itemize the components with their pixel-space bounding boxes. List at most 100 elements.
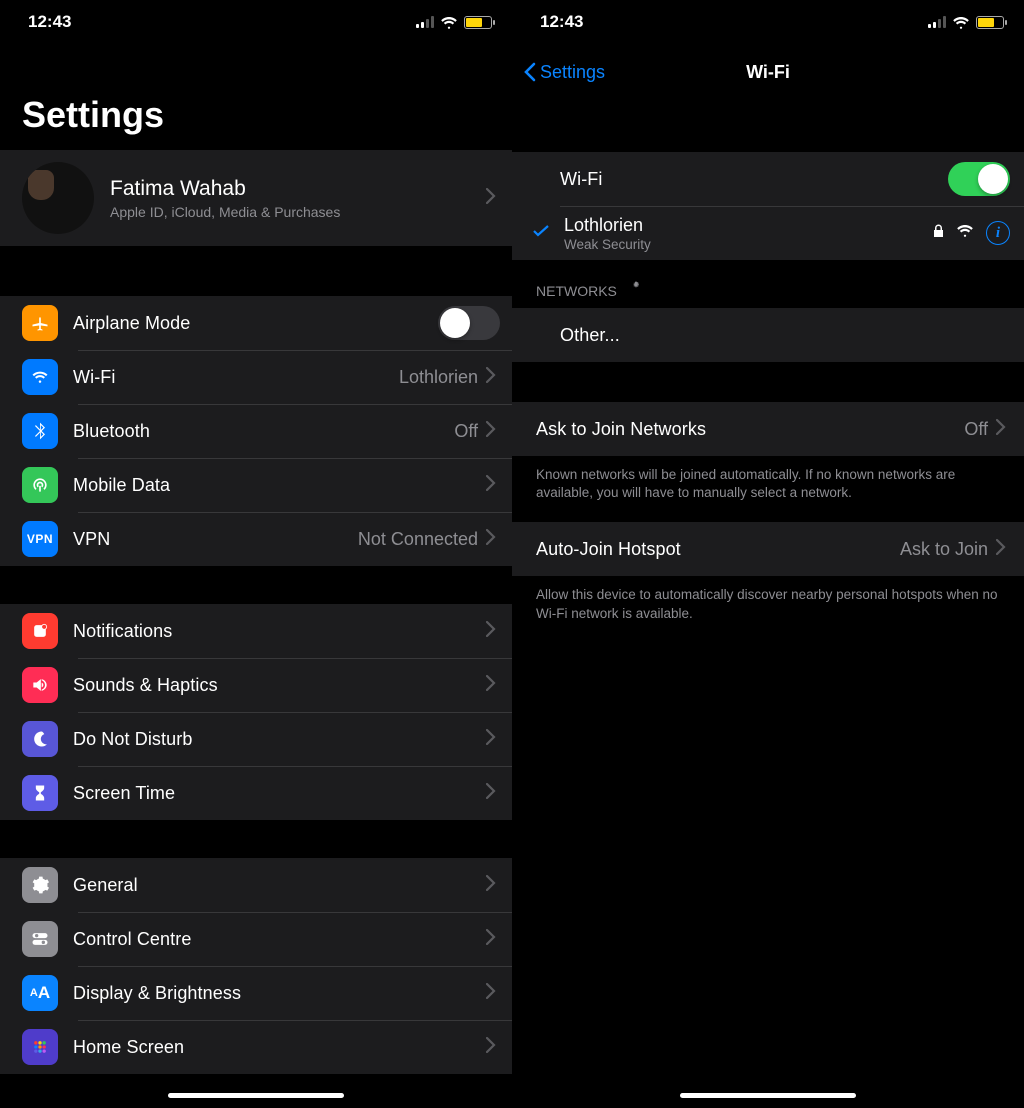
checkmark-icon (532, 223, 550, 244)
wifi-status-icon (440, 15, 458, 29)
ask-to-join-footer: Known networks will be joined automatica… (512, 456, 1024, 522)
grid-icon (22, 1029, 58, 1065)
row-label: General (73, 875, 138, 896)
networks-header: NETWORKS (512, 260, 1024, 308)
chevron-right-icon (484, 875, 500, 896)
row-value: Ask to Join (900, 539, 994, 560)
toggles-icon (22, 921, 58, 957)
chevron-right-icon (484, 983, 500, 1004)
airplane-toggle[interactable] (438, 306, 500, 340)
antenna-icon (22, 467, 58, 503)
chevron-right-icon (484, 188, 500, 209)
home-indicator[interactable] (168, 1093, 344, 1098)
row-label: Mobile Data (73, 475, 170, 496)
other-network-row[interactable]: Other... (512, 308, 1024, 362)
apple-id-row[interactable]: Fatima Wahab Apple ID, iCloud, Media & P… (0, 150, 512, 246)
control-centre-row[interactable]: Control Centre (0, 912, 512, 966)
profile-sub: Apple ID, iCloud, Media & Purchases (110, 204, 484, 220)
row-label: Sounds & Haptics (73, 675, 218, 696)
text-size-icon: AA (22, 975, 58, 1011)
spinner-icon (627, 282, 645, 300)
network-name: Lothlorien (564, 215, 651, 236)
status-icons (416, 15, 492, 29)
avatar (22, 162, 94, 234)
chevron-right-icon (484, 621, 500, 642)
screentime-row[interactable]: Screen Time (0, 766, 512, 820)
chevron-right-icon (484, 421, 500, 442)
hourglass-icon (22, 775, 58, 811)
connected-network-row[interactable]: Lothlorien Weak Security i (512, 206, 1024, 260)
chevron-right-icon (484, 929, 500, 950)
row-label: Other... (560, 325, 620, 346)
airplane-icon (22, 305, 58, 341)
auto-join-footer: Allow this device to automatically disco… (512, 576, 1024, 642)
mobile-data-row[interactable]: Mobile Data (0, 458, 512, 512)
home-screen-row[interactable]: Home Screen (0, 1020, 512, 1074)
back-label: Settings (540, 62, 605, 83)
chevron-right-icon (994, 419, 1010, 440)
row-label: Home Screen (73, 1037, 184, 1058)
moon-icon (22, 721, 58, 757)
row-label: Display & Brightness (73, 983, 241, 1004)
notifications-icon (22, 613, 58, 649)
info-button[interactable]: i (986, 221, 1010, 245)
status-bar: 12:43 (512, 0, 1024, 44)
chevron-right-icon (484, 675, 500, 696)
settings-root-screen: 12:43 Settings Fatima Wahab Apple ID, iC… (0, 0, 512, 1108)
row-label: Screen Time (73, 783, 175, 804)
bluetooth-icon (22, 413, 58, 449)
status-time: 12:43 (28, 12, 71, 32)
chevron-right-icon (484, 475, 500, 496)
ask-to-join-row[interactable]: Ask to Join Networks Off (512, 402, 1024, 456)
vpn-icon: VPN (22, 521, 58, 557)
wifi-signal-icon (956, 224, 974, 243)
home-indicator[interactable] (680, 1093, 856, 1098)
status-icons (928, 15, 1004, 29)
nav-bar: Settings Wi-Fi (512, 48, 1024, 96)
battery-icon (464, 16, 492, 29)
bluetooth-row[interactable]: Bluetooth Off (0, 404, 512, 458)
auto-join-hotspot-row[interactable]: Auto-Join Hotspot Ask to Join (512, 522, 1024, 576)
wifi-status-icon (952, 15, 970, 29)
nav-title: Wi-Fi (746, 62, 790, 83)
gear-icon (22, 867, 58, 903)
row-label: VPN (73, 529, 110, 550)
chevron-right-icon (994, 539, 1010, 560)
general-row[interactable]: General (0, 858, 512, 912)
row-label: Do Not Disturb (73, 729, 192, 750)
display-row[interactable]: AA Display & Brightness (0, 966, 512, 1020)
row-value: Lothlorien (399, 367, 484, 388)
wifi-row[interactable]: Wi-Fi Lothlorien (0, 350, 512, 404)
row-label: Wi-Fi (73, 367, 115, 388)
row-label: Wi-Fi (560, 169, 602, 190)
dnd-row[interactable]: Do Not Disturb (0, 712, 512, 766)
row-label: Bluetooth (73, 421, 150, 442)
wifi-icon (22, 359, 58, 395)
chevron-right-icon (484, 367, 500, 388)
battery-icon (976, 16, 1004, 29)
status-bar: 12:43 (0, 0, 512, 44)
wifi-toggle-row[interactable]: Wi-Fi (512, 152, 1024, 206)
row-value: Off (964, 419, 994, 440)
page-title: Settings (0, 44, 512, 150)
chevron-right-icon (484, 729, 500, 750)
status-time: 12:43 (540, 12, 583, 32)
speaker-icon (22, 667, 58, 703)
row-value: Off (454, 421, 484, 442)
vpn-row[interactable]: VPN VPN Not Connected (0, 512, 512, 566)
notifications-row[interactable]: Notifications (0, 604, 512, 658)
sounds-row[interactable]: Sounds & Haptics (0, 658, 512, 712)
row-label: Control Centre (73, 929, 191, 950)
row-value: Not Connected (358, 529, 484, 550)
chevron-right-icon (484, 1037, 500, 1058)
airplane-mode-row[interactable]: Airplane Mode (0, 296, 512, 350)
lock-icon (933, 224, 944, 243)
back-button[interactable]: Settings (522, 62, 605, 83)
row-label: Ask to Join Networks (536, 419, 706, 440)
profile-name: Fatima Wahab (110, 177, 484, 201)
cell-signal-icon (416, 16, 434, 28)
row-label: Airplane Mode (73, 313, 190, 334)
chevron-right-icon (484, 783, 500, 804)
row-label: Auto-Join Hotspot (536, 539, 681, 560)
wifi-toggle[interactable] (948, 162, 1010, 196)
